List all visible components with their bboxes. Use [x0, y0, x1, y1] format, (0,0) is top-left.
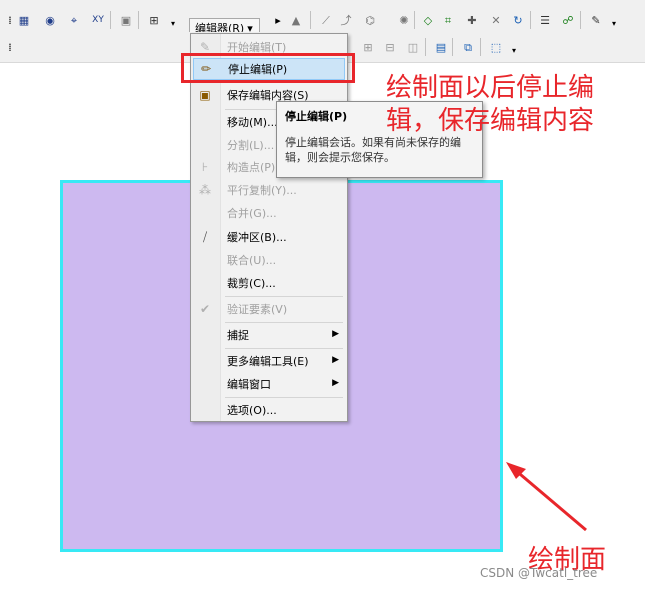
point-icon[interactable]: ✺: [396, 12, 412, 28]
toolbar-row-standard: ⁞ ▦ ◉ ⌖ XY ▣ ⊞ ▾ 编辑器(R) ▾ ▸ ▲ ⟋ ⤴ ⌬ ✺ ◇ …: [0, 8, 645, 38]
watermark: CSDN @Twcatl_tree: [480, 566, 598, 580]
tooltip-body: 停止编辑会话。如果有尚未保存的编辑，则会提示您保存。: [285, 136, 461, 164]
go-to-xy-icon[interactable]: XY: [90, 12, 106, 28]
annotation-top-line1: 绘制面以后停止编: [386, 73, 595, 103]
save-edits-icon: ▣: [199, 88, 211, 102]
menu-item-label: 捕捉: [227, 329, 249, 342]
menu-item-more-editing-tools[interactable]: 更多编辑工具(E) ▶: [193, 350, 345, 372]
cut-polygons-icon[interactable]: ✚: [464, 12, 480, 28]
menu-item-label: 联合(U)...: [227, 254, 277, 267]
menu-item-label: 更多编辑工具(E): [227, 355, 309, 368]
attributes-icon[interactable]: ☰: [537, 12, 553, 28]
topology-icon[interactable]: ⊞: [360, 39, 376, 55]
split-tool-icon[interactable]: ✕: [488, 12, 504, 28]
buffer-icon: ⧸: [202, 229, 208, 244]
submenu-arrow-icon: ▶: [332, 355, 339, 365]
menu-item-label: 验证要素(V): [227, 303, 288, 316]
end-point-arc-icon[interactable]: ⤴: [338, 12, 354, 28]
submenu-arrow-icon: ▶: [332, 378, 339, 388]
copy-parallel-icon: ⁂: [199, 183, 211, 197]
toolbar-overflow-icon-3[interactable]: ▾: [506, 43, 522, 59]
menu-item-label: 平行复制(Y)...: [227, 184, 297, 197]
menu-item-label: 分割(L)...: [227, 139, 275, 152]
toolbar-overflow-icon-2[interactable]: ▾: [606, 16, 622, 32]
reshape-feature-icon[interactable]: ⌗: [440, 12, 456, 28]
topology-edit-icon[interactable]: ◫: [405, 39, 421, 55]
zoom-window-icon[interactable]: ⊞: [146, 12, 162, 28]
highlight-box: [181, 53, 355, 83]
menu-separator: [225, 397, 343, 398]
toolbar-grip-icon-2[interactable]: ⁞: [2, 39, 18, 55]
menu-item-options[interactable]: 选项(O)...: [193, 399, 345, 421]
menu-item-snapping[interactable]: 捕捉 ▶: [193, 324, 345, 346]
sketch-properties-icon[interactable]: ☍: [560, 12, 576, 28]
menu-item-union[interactable]: 联合(U)...: [193, 249, 345, 271]
menu-item-editing-windows[interactable]: 编辑窗口 ▶: [193, 373, 345, 395]
trace-icon[interactable]: ⌬: [362, 12, 378, 28]
table-icon[interactable]: ▤: [433, 39, 449, 55]
menu-separator: [225, 296, 343, 297]
menu-item-label: 选项(O)...: [227, 404, 277, 417]
menu-item-validate-features[interactable]: ✔ 验证要素(V): [193, 298, 345, 320]
menu-separator: [225, 322, 343, 323]
advanced-edit-icon[interactable]: ⬚: [488, 39, 504, 55]
menu-item-copy-parallel[interactable]: ⁂ 平行复制(Y)...: [193, 179, 345, 201]
error-inspector-icon[interactable]: ⧉: [460, 39, 476, 55]
submenu-arrow-icon: ▶: [332, 329, 339, 339]
menu-item-buffer[interactable]: ⧸ 缓冲区(B)...: [193, 226, 345, 248]
rotate-icon[interactable]: ↻: [510, 12, 526, 28]
annotation-top: 绘制面以后停止编 辑，保存编辑内容: [386, 72, 594, 137]
annotation-top-line2: 辑，保存编辑内容: [386, 105, 595, 136]
menu-item-merge[interactable]: 合并(G)...: [193, 202, 345, 224]
menu-item-label: 合并(G)...: [227, 207, 277, 220]
toolbar-overflow-icon[interactable]: ▾: [165, 16, 181, 32]
annotation-arrow: [506, 462, 587, 532]
binoculars-icon[interactable]: ▦: [16, 12, 32, 28]
menu-item-label: 编辑窗口: [227, 378, 271, 391]
create-features-icon[interactable]: ✎: [588, 12, 604, 28]
find-route-icon[interactable]: ⌖: [66, 12, 82, 28]
editor-dropdown-menu: ✎ 开始编辑(T) ✏ 停止编辑(P) ▣ 保存编辑内容(S) 移动(M)...…: [190, 33, 348, 422]
menu-item-clip[interactable]: 裁剪(C)...: [193, 272, 345, 294]
menu-item-label: 移动(M)...: [227, 116, 278, 129]
map-topology-icon[interactable]: ⊟: [382, 39, 398, 55]
construct-points-icon: ⊦: [201, 160, 209, 174]
straight-segment-icon[interactable]: ⟋: [318, 12, 334, 28]
menu-separator: [225, 348, 343, 349]
find-icon[interactable]: ◉: [42, 12, 58, 28]
menu-item-label: 缓冲区(B)...: [227, 231, 287, 244]
edit-vertices-icon[interactable]: ◇: [420, 12, 436, 28]
menu-item-label: 裁剪(C)...: [227, 277, 276, 290]
edit-tool-icon[interactable]: ▸: [270, 12, 286, 28]
measure-icon[interactable]: ▣: [118, 12, 134, 28]
validate-features-icon: ✔: [199, 302, 211, 316]
edit-annotation-icon[interactable]: ▲: [288, 12, 304, 28]
